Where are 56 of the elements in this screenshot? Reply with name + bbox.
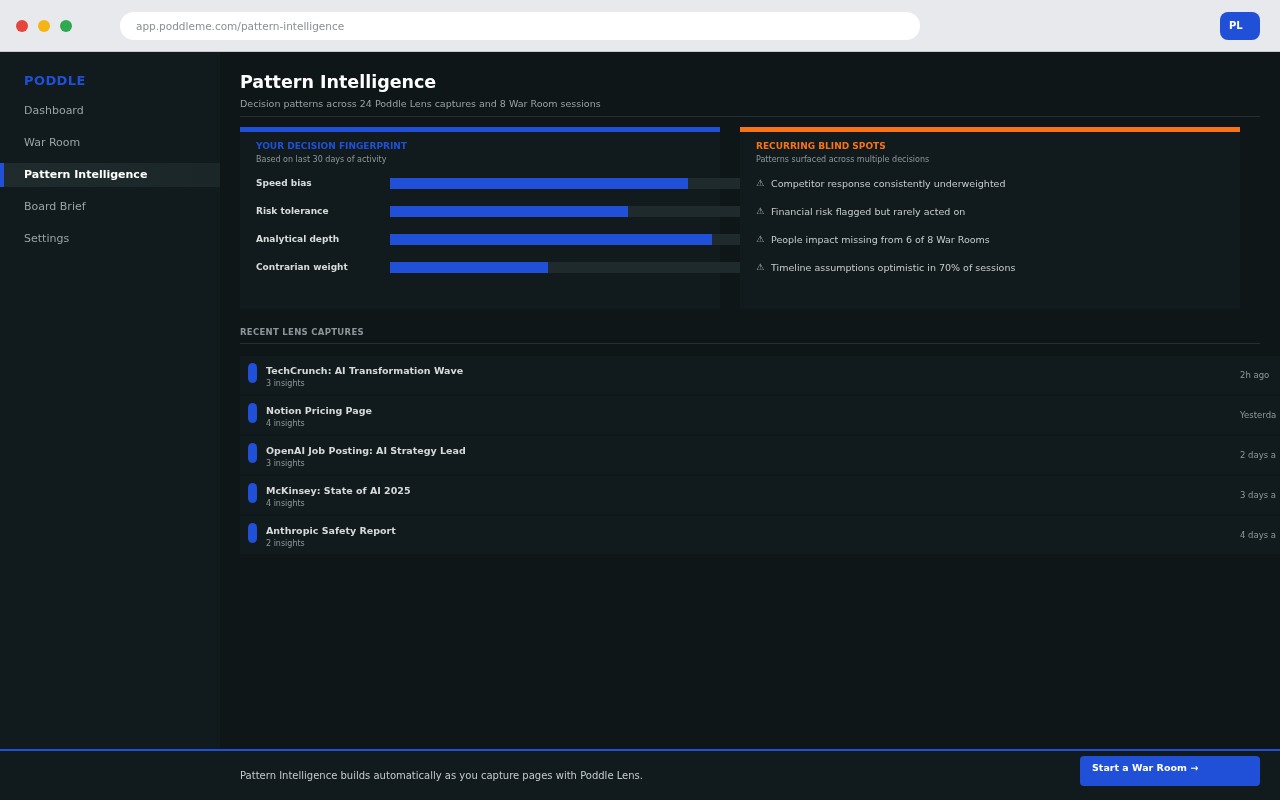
- maximize-dot-icon[interactable]: [60, 19, 72, 32]
- capture-time: 4 days a: [1240, 530, 1278, 540]
- trait-label: Analytical depth: [256, 234, 341, 244]
- card-title: YOUR DECISION FINGERPRINT: [256, 140, 408, 152]
- footer-text: Pattern Intelligence builds automatically as you capture pages with Poddle Lens.: [240, 770, 643, 781]
- capture-title: Anthropic Safety Report: [266, 524, 396, 538]
- avatar-button[interactable]: PL: [1220, 11, 1260, 40]
- warning-icon: ⚠: [756, 178, 771, 188]
- minimize-dot-icon[interactable]: [38, 19, 50, 32]
- capture-row[interactable]: OpenAI Job Posting: AI Strategy Lead 3 insights 2 days a: [240, 436, 1280, 474]
- capture-insights: 4 insights: [266, 418, 306, 430]
- nav-item[interactable]: Board Brief: [0, 195, 220, 219]
- nav-item[interactable]: Pattern Intelligence: [0, 163, 220, 187]
- blind-spot-text: Competitor response consistently underweighted: [771, 177, 1006, 189]
- capture-row[interactable]: McKinsey: State of AI 2025 4 insights 3 days a: [240, 476, 1280, 514]
- start-war-room-button[interactable]: Start a War Room →: [1080, 756, 1260, 786]
- capture-marker-icon: [248, 363, 257, 383]
- capture-title: TechCrunch: AI Transformation Wave: [266, 364, 464, 378]
- page-title: Pattern Intelligence: [240, 72, 438, 92]
- card-subtitle: Based on last 30 days of activity: [256, 154, 388, 166]
- section-title: RECENT LENS CAPTURES: [240, 326, 1260, 344]
- capture-title: OpenAI Job Posting: AI Strategy Lead: [266, 444, 466, 458]
- capture-time: 2 days a: [1240, 450, 1278, 460]
- capture-row[interactable]: TechCrunch: AI Transformation Wave 3 insights 2h ago: [240, 356, 1280, 394]
- capture-row[interactable]: Notion Pricing Page 4 insights Yesterda: [240, 396, 1280, 434]
- nav-item[interactable]: War Room: [0, 131, 220, 155]
- capture-insights: 3 insights: [266, 458, 306, 470]
- capture-insights: 2 insights: [266, 538, 306, 550]
- capture-insights: 3 insights: [266, 378, 306, 390]
- blind-spot-text: Financial risk flagged but rarely acted on: [771, 205, 966, 217]
- trait-label: Contrarian weight: [256, 262, 349, 272]
- capture-title: McKinsey: State of AI 2025: [266, 484, 411, 498]
- warning-icon: ⚠: [756, 234, 771, 244]
- blind-spot-text: People impact missing from 6 of 8 War Rooms: [771, 233, 990, 245]
- capture-marker-icon: [248, 523, 257, 543]
- card-subtitle: Patterns surfaced across multiple decisions: [756, 154, 931, 166]
- capture-marker-icon: [248, 483, 257, 503]
- page-subtitle: Decision patterns across 24 Poddle Lens captures and 8 War Room sessions: [240, 97, 1260, 117]
- capture-row[interactable]: Anthropic Safety Report 2 insights 4 days a: [240, 516, 1280, 554]
- close-dot-icon[interactable]: [16, 19, 28, 32]
- capture-marker-icon: [248, 403, 257, 423]
- card-title: RECURRING BLIND SPOTS: [756, 140, 887, 152]
- nav-item[interactable]: Dashboard: [0, 99, 220, 123]
- warning-icon: ⚠: [756, 262, 771, 272]
- capture-title: Notion Pricing Page: [266, 404, 372, 418]
- capture-insights: 4 insights: [266, 498, 306, 510]
- trait-label: Speed bias: [256, 178, 313, 188]
- trait-label: Risk tolerance: [256, 206, 330, 216]
- capture-marker-icon: [248, 443, 257, 463]
- capture-time: 2h ago: [1240, 370, 1271, 380]
- app-logo: PODDLE: [23, 72, 87, 90]
- nav-item[interactable]: Settings: [0, 227, 220, 251]
- warning-icon: ⚠: [756, 206, 771, 216]
- capture-time: Yesterda: [1240, 410, 1278, 420]
- capture-time: 3 days a: [1240, 490, 1278, 500]
- blind-spot-text: Timeline assumptions optimistic in 70% of sessions: [771, 261, 1016, 273]
